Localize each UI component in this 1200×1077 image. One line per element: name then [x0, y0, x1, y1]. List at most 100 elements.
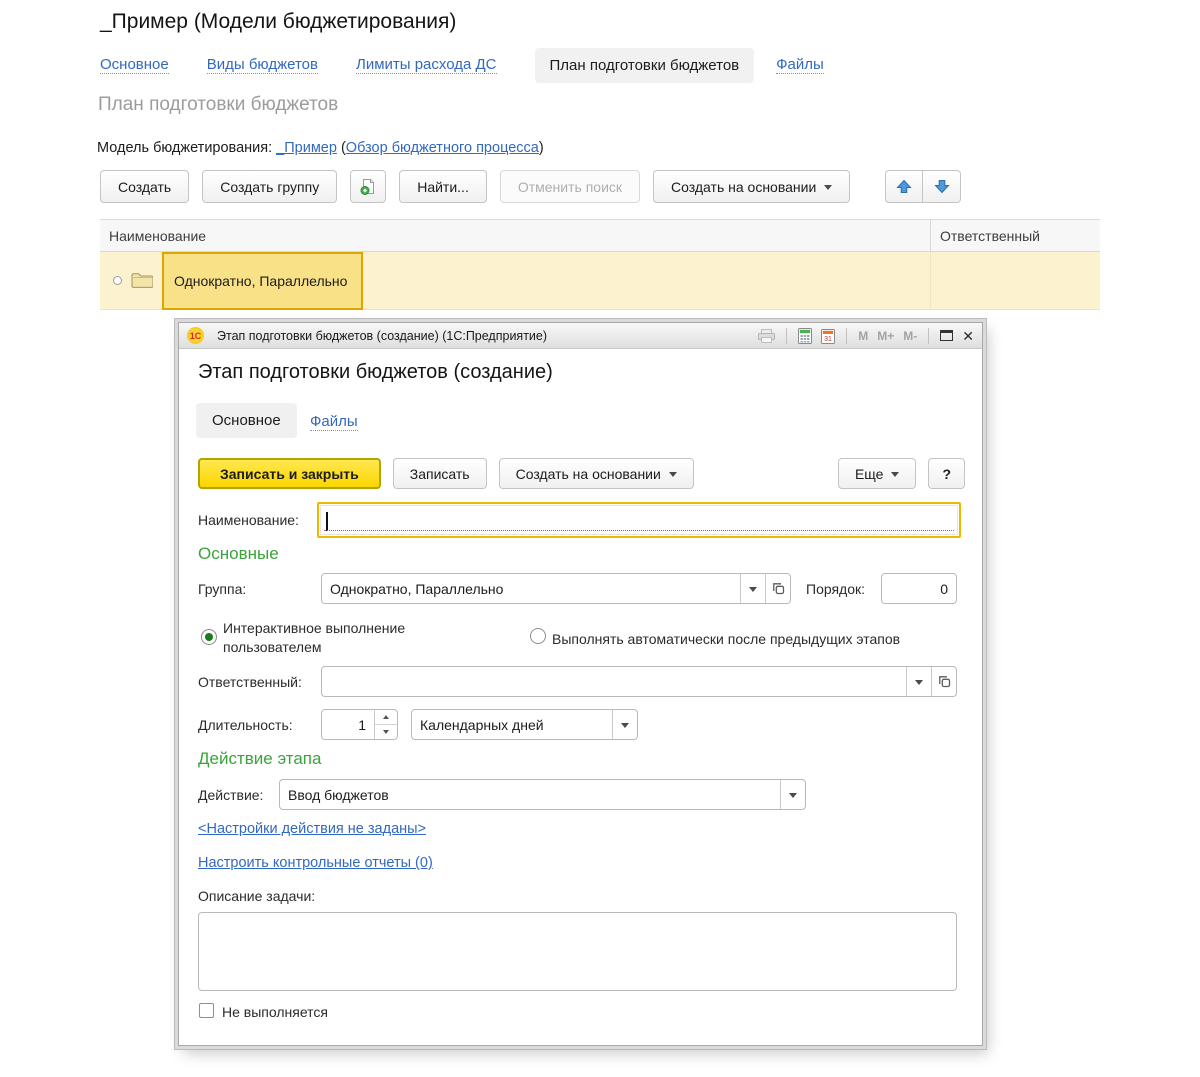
move-down-button[interactable]	[923, 170, 962, 203]
chevron-down-icon	[824, 185, 833, 190]
duration-input[interactable]: 1	[321, 709, 398, 740]
stage-create-dialog: 1С Этап подготовки бюджетов (создание) (…	[178, 322, 983, 1046]
dialog-create-based-on-label: Создать на основании	[515, 465, 661, 482]
tree-expander-icon[interactable]	[113, 276, 122, 285]
group-input-value: Однократно, Параллельно	[330, 580, 504, 597]
order-input-value: 0	[940, 580, 948, 597]
tab-faily[interactable]: Файлы	[776, 56, 824, 74]
maximize-button[interactable]	[940, 330, 954, 341]
table-row[interactable]: Однократно, Параллельно	[100, 252, 1100, 310]
spinner-down-icon[interactable]	[375, 725, 397, 739]
find-button[interactable]: Найти...	[399, 170, 487, 203]
not-executed-checkbox[interactable]	[199, 1003, 214, 1018]
close-icon[interactable]: ✕	[962, 329, 974, 343]
action-select[interactable]: Ввод бюджетов	[279, 779, 806, 810]
group-dropdown-button[interactable]	[740, 574, 765, 603]
radio-automatic[interactable]	[530, 628, 546, 644]
more-button[interactable]: Еще	[837, 458, 917, 489]
model-line: Модель бюджетирования: _Пример (Обзор бю…	[97, 140, 544, 156]
model-name-link[interactable]: _Пример	[276, 140, 337, 156]
memory-m-minus-button[interactable]: M-	[903, 329, 917, 343]
tab-osnovnoe[interactable]: Основное	[100, 56, 169, 74]
name-input[interactable]	[317, 502, 961, 538]
duration-input-value: 1	[358, 716, 366, 733]
save-button[interactable]: Записать	[392, 458, 487, 489]
name-field-label: Наименование:	[198, 512, 299, 528]
description-label: Описание задачи:	[198, 888, 316, 904]
spinner-up-icon[interactable]	[375, 710, 397, 725]
order-field-label: Порядок:	[806, 581, 866, 597]
text-cursor	[326, 512, 328, 531]
tab-limity-rashoda-ds[interactable]: Лимиты расхода ДС	[355, 56, 497, 74]
cancel-search-button[interactable]: Отменить поиск	[499, 170, 641, 203]
section-action-header: Действие этапа	[198, 749, 322, 768]
create-based-on-button[interactable]: Создать на основании	[653, 170, 851, 203]
duration-unit-dropdown-button[interactable]	[612, 710, 637, 739]
column-header-responsible[interactable]: Ответственный	[930, 220, 1100, 251]
responsible-dropdown-button[interactable]	[906, 667, 931, 696]
stages-table: Наименование Ответственный Однократно, П…	[100, 219, 1100, 310]
action-select-value: Ввод бюджетов	[288, 786, 389, 803]
dialog-titlebar[interactable]: 1С Этап подготовки бюджетов (создание) (…	[179, 323, 982, 349]
radio-interactive-label[interactable]: Интерактивное выполнение пользователем	[223, 619, 448, 657]
titlebar-separator	[846, 327, 848, 344]
page-title: _Пример (Модели бюджетирования)	[100, 10, 457, 33]
dialog-tab-faily[interactable]: Файлы	[310, 413, 358, 431]
app-window: _Пример (Модели бюджетирования) Основное…	[0, 0, 1200, 1077]
dialog-tab-osnovnoe[interactable]: Основное	[196, 403, 297, 438]
task-description-textarea[interactable]	[198, 912, 957, 991]
calendar-icon[interactable]: 31	[821, 328, 836, 344]
model-overview-link[interactable]: Обзор бюджетного процесса	[346, 140, 539, 156]
radio-automatic-label[interactable]: Выполнять автоматически после предыдущих…	[552, 630, 900, 649]
print-icon[interactable]	[758, 328, 776, 343]
tab-vidy-byudzhetov[interactable]: Виды бюджетов	[206, 56, 318, 74]
main-tab-bar: Основное Виды бюджетов Лимиты расхода ДС…	[100, 46, 862, 84]
model-label: Модель бюджетирования:	[97, 140, 273, 156]
group-input[interactable]: Однократно, Параллельно	[321, 573, 791, 604]
chevron-down-icon	[789, 793, 797, 798]
memory-m-plus-button[interactable]: M+	[877, 329, 894, 343]
arrow-up-icon	[896, 179, 912, 193]
column-header-name[interactable]: Наименование	[100, 228, 930, 244]
responsible-input[interactable]	[321, 666, 957, 697]
create-group-button[interactable]: Создать группу	[202, 170, 338, 203]
section-main-header: Основные	[198, 544, 279, 563]
calculator-icon[interactable]	[798, 327, 813, 344]
radio-interactive[interactable]	[201, 629, 217, 645]
responsible-open-button[interactable]	[931, 667, 956, 696]
save-and-close-button[interactable]: Записать и закрыть	[198, 458, 381, 489]
open-form-icon	[938, 676, 950, 688]
group-field-label: Группа:	[198, 581, 247, 597]
create-by-copy-button[interactable]	[350, 170, 387, 203]
responsible-cell[interactable]	[930, 252, 1100, 310]
duration-field-label: Длительность:	[198, 717, 293, 733]
control-reports-link[interactable]: Настроить контрольные отчеты (0)	[198, 855, 433, 871]
selected-cell[interactable]: Однократно, Параллельно	[162, 252, 363, 310]
tab-plan-podgotovki-byudzhetov[interactable]: План подготовки бюджетов	[534, 47, 755, 83]
dialog-titlebar-title: Этап подготовки бюджетов (создание) (1С:…	[217, 328, 548, 343]
action-field-label: Действие:	[198, 787, 264, 803]
duration-unit-value: Календарных дней	[420, 716, 544, 733]
help-button[interactable]: ?	[928, 458, 965, 489]
duration-spinner[interactable]	[374, 710, 397, 739]
titlebar-icons: 31 M M+ M- ✕	[758, 327, 974, 344]
document-plus-icon	[360, 179, 375, 195]
group-open-button[interactable]	[765, 574, 790, 603]
dialog-button-row: Записать и закрыть Записать Создать на о…	[198, 458, 965, 489]
memory-m-button[interactable]: M	[858, 329, 868, 343]
duration-unit-select[interactable]: Календарных дней	[411, 709, 638, 740]
not-executed-label[interactable]: Не выполняется	[222, 1004, 328, 1020]
name-input-inner	[320, 505, 958, 535]
move-buttons-group	[885, 170, 962, 203]
chevron-down-icon	[915, 680, 923, 685]
action-dropdown-button[interactable]	[780, 780, 805, 809]
create-button[interactable]: Создать	[100, 170, 190, 203]
order-input[interactable]: 0	[881, 573, 957, 604]
move-up-button[interactable]	[885, 170, 924, 203]
dialog-create-based-on-button[interactable]: Создать на основании	[498, 458, 694, 489]
paren-close: )	[538, 140, 544, 156]
chevron-down-icon	[749, 587, 757, 592]
chevron-down-icon	[891, 472, 900, 477]
titlebar-separator	[786, 327, 788, 344]
action-settings-link[interactable]: <Настройки действия не заданы>	[198, 821, 426, 837]
